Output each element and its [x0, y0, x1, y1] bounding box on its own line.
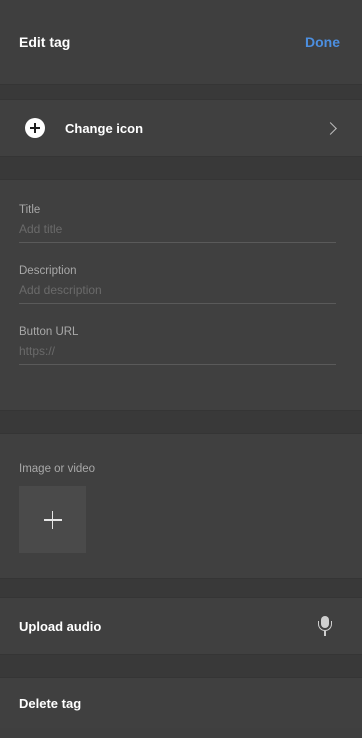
change-icon-label: Change icon: [65, 120, 144, 136]
section-divider: [0, 84, 362, 100]
tag-fields: Title Description Button URL: [0, 180, 362, 410]
add-media-button[interactable]: [19, 486, 86, 553]
add-circle-icon: [25, 118, 45, 138]
panel-title: Edit tag: [19, 34, 71, 50]
title-field: Title: [19, 204, 336, 243]
description-field: Description: [19, 265, 336, 304]
plus-icon: [19, 486, 86, 553]
media-label: Image or video: [19, 463, 96, 475]
button-url-field: Button URL: [19, 326, 336, 365]
description-input[interactable]: [19, 282, 336, 304]
panel-header: Edit tag Done: [0, 0, 362, 84]
done-button[interactable]: Done: [305, 34, 340, 50]
title-input[interactable]: [19, 221, 336, 243]
title-label: Title: [19, 204, 41, 216]
upload-audio-row[interactable]: Upload audio: [0, 598, 362, 654]
button-url-label: Button URL: [19, 326, 79, 338]
edit-tag-panel: Edit tag Done Change icon Title Descript…: [0, 0, 362, 738]
upload-audio-label: Upload audio: [19, 618, 102, 634]
section-divider: [0, 654, 362, 678]
chevron-right-icon: [324, 121, 337, 135]
microphone-icon: [318, 616, 332, 636]
change-icon-row[interactable]: Change icon: [0, 100, 362, 156]
delete-tag-label: Delete tag: [19, 695, 82, 711]
description-label: Description: [19, 265, 77, 277]
section-divider: [0, 578, 362, 598]
section-divider: [0, 410, 362, 434]
button-url-input[interactable]: [19, 343, 336, 365]
delete-tag-row[interactable]: Delete tag: [0, 678, 362, 728]
media-section: Image or video: [0, 434, 362, 578]
section-divider: [0, 156, 362, 180]
